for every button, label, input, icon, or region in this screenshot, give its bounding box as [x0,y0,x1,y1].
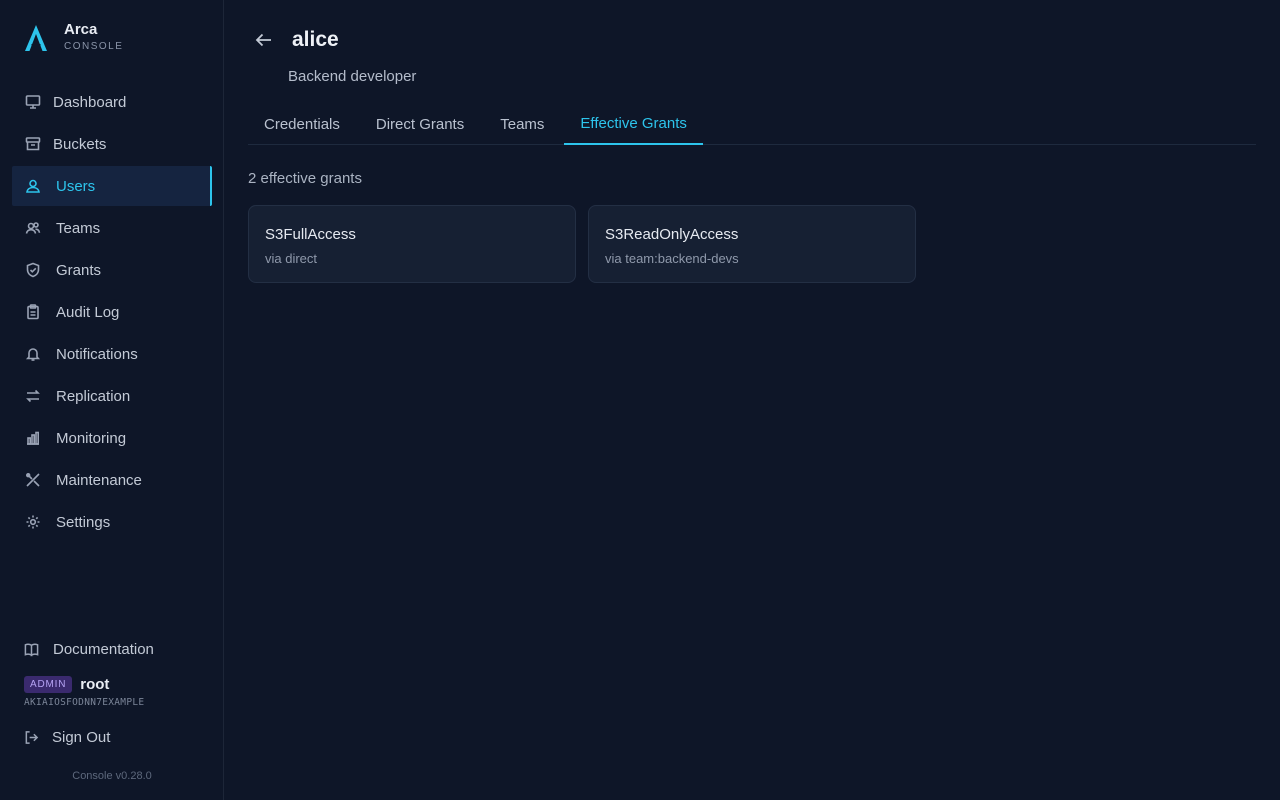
bar-chart-icon [24,429,42,447]
current-user: ADMIN root [24,676,200,693]
documentation-label: Documentation [53,640,154,658]
sidebar-item-replication[interactable]: Replication [12,376,212,416]
grant-card[interactable]: S3ReadOnlyAccess via team:backend-devs [588,205,916,283]
sidebar-item-label: Notifications [56,345,138,363]
archive-icon [24,135,42,153]
sidebar-item-label: Dashboard [53,93,127,111]
gear-icon [24,513,42,531]
sidebar-item-label: Users [56,177,96,195]
user-name: root [80,676,110,693]
sidebar-item-users[interactable]: Users [12,166,212,206]
sidebar-item-label: Maintenance [56,471,142,489]
admin-badge: ADMIN [24,676,73,693]
page-title: alice [292,28,339,51]
sidebar-item-label: Replication [56,387,131,405]
sidebar-item-label: Buckets [53,135,107,153]
sign-out-icon [24,730,40,745]
monitor-icon [24,93,42,111]
sidebar-item-monitoring[interactable]: Monitoring [12,418,212,458]
brand-name: Arca [64,21,98,38]
tab-credentials[interactable]: Credentials [248,104,356,144]
tab-effective-grants[interactable]: Effective Grants [564,104,703,145]
grant-card[interactable]: S3FullAccess via direct [248,205,576,283]
tools-icon [24,471,42,489]
sidebar-footer: Documentation ADMIN root AKIAIOSFODNN7EX… [24,636,200,748]
back-button[interactable] [254,30,276,52]
grant-name: S3FullAccess [265,226,356,243]
sidebar-item-label: Audit Log [56,303,120,321]
sign-out-label: Sign Out [52,728,111,746]
sidebar-item-notifications[interactable]: Notifications [12,334,212,374]
arrow-left-icon [255,33,271,47]
tab-bar: Credentials Direct Grants Teams Effectiv… [248,104,1256,145]
bell-icon [24,345,42,363]
documentation-link[interactable]: Documentation [24,636,200,662]
arca-logo-icon [25,25,47,51]
sidebar-item-label: Monitoring [56,429,127,447]
sidebar-item-audit-log[interactable]: Audit Log [12,292,212,332]
sidebar-item-settings[interactable]: Settings [12,502,212,542]
sidebar-item-maintenance[interactable]: Maintenance [12,460,212,500]
tab-direct-grants[interactable]: Direct Grants [360,104,480,144]
sidebar-item-label: Settings [56,513,111,531]
sidebar-item-label: Grants [56,261,102,279]
grant-source: via team:backend-devs [605,251,739,266]
users-icon [24,219,42,237]
clipboard-icon [24,303,42,321]
sidebar-item-buckets[interactable]: Buckets [12,124,212,164]
sidebar-item-grants[interactable]: Grants [12,250,212,290]
shield-icon [24,261,42,279]
grants-count: 2 effective grants [248,170,362,187]
sidebar-nav: Dashboard Buckets Users Teams Grants Aud… [12,82,212,544]
access-key: AKIAIOSFODNN7EXAMPLE [24,697,145,708]
brand[interactable]: Arca CONSOLE [24,22,123,52]
grant-source: via direct [265,251,318,266]
grant-name: S3ReadOnlyAccess [605,226,739,243]
version-label: Console v0.28.0 [72,770,152,782]
user-icon [24,177,42,195]
brand-subtitle: CONSOLE [64,41,124,52]
sidebar: Arca CONSOLE Dashboard Buckets Users Tea… [0,0,224,800]
sidebar-item-dashboard[interactable]: Dashboard [12,82,212,122]
book-icon [24,642,40,657]
arrows-icon [24,387,42,405]
sign-out-button[interactable]: Sign Out [24,726,200,748]
sidebar-item-teams[interactable]: Teams [12,208,212,248]
tab-teams[interactable]: Teams [484,104,560,144]
sidebar-item-label: Teams [56,219,101,237]
page-description: Backend developer [288,68,417,85]
grants-list: S3FullAccess via direct S3ReadOnlyAccess… [248,205,928,283]
main-content: alice Backend developer Credentials Dire… [248,0,1256,800]
